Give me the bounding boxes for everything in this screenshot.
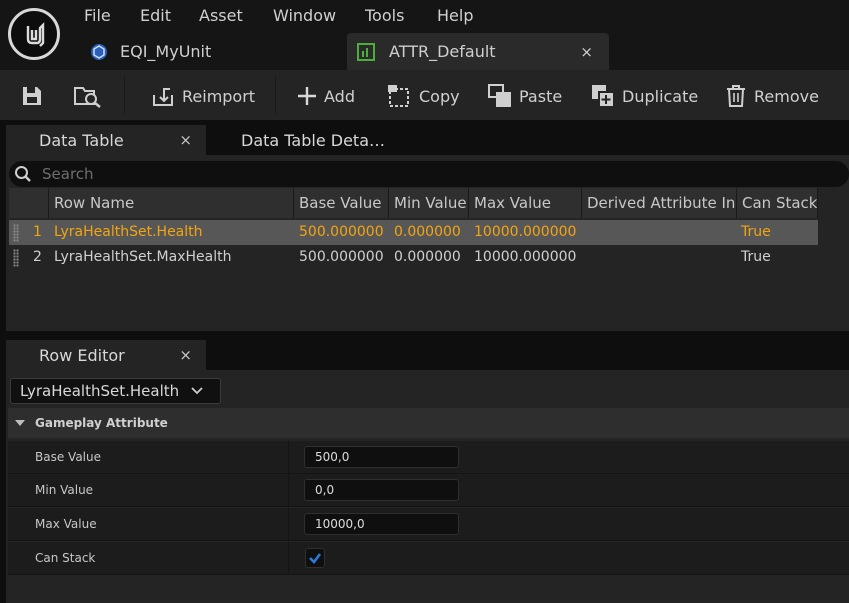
column-divider: [288, 474, 289, 507]
reimport-icon: [153, 88, 173, 106]
base-value-cell: 500.000000: [299, 249, 384, 265]
checkmark-icon: [309, 553, 322, 564]
menu-window[interactable]: Window: [273, 6, 336, 25]
column-divider: [288, 508, 289, 541]
duplicate-button[interactable]: Duplicate: [590, 82, 698, 110]
add-label: Add: [324, 86, 355, 106]
menu-help[interactable]: Help: [437, 6, 473, 25]
data-table-icon: [357, 42, 375, 61]
add-button[interactable]: Add: [296, 82, 355, 110]
menu-file[interactable]: File: [84, 6, 111, 25]
drag-handle-icon[interactable]: [13, 249, 19, 267]
column-header-index[interactable]: [9, 188, 49, 218]
copy-icon: [388, 85, 409, 107]
browse-folder-icon: [74, 87, 101, 108]
tab-data-table-details[interactable]: Data Table Deta…: [241, 125, 385, 155]
row-index: 2: [33, 249, 42, 265]
can-stack-cell: True: [741, 224, 771, 240]
close-panel-icon[interactable]: ×: [179, 131, 192, 149]
property-row-can-stack: Can Stack: [8, 542, 849, 575]
environment-query-icon: [91, 43, 107, 60]
collapse-arrow-icon[interactable]: [14, 418, 26, 428]
property-row-max-value: Max Value 10000,0: [8, 508, 849, 541]
category-label: Gameplay Attribute: [35, 416, 168, 430]
column-header-min-value[interactable]: Min Value: [389, 188, 469, 218]
base-value-cell: 500.000000: [299, 224, 384, 240]
min-value-cell: 0.000000: [394, 224, 461, 240]
tab-label: EQI_MyUnit: [120, 42, 212, 61]
category-gameplay-attribute[interactable]: Gameplay Attribute: [8, 408, 849, 438]
chevron-down-icon: [191, 387, 203, 395]
max-value-field[interactable]: 10000,0: [304, 513, 459, 535]
column-divider: [288, 542, 289, 575]
search-icon: [15, 166, 31, 182]
search-placeholder: Search: [42, 165, 94, 183]
tab-label: Row Editor: [39, 345, 125, 365]
paste-button[interactable]: Paste: [487, 82, 562, 110]
duplicate-icon: [592, 85, 615, 108]
row-name: LyraHealthSet.Health: [54, 224, 203, 240]
property-label: Can Stack: [35, 551, 96, 565]
selected-row-label: LyraHealthSet.Health: [20, 382, 180, 400]
property-row-base-value: Base Value 500,0: [8, 441, 849, 474]
tab-data-table[interactable]: Data Table ×: [6, 125, 206, 155]
menu-asset[interactable]: Asset: [199, 6, 243, 25]
search-input[interactable]: Search: [9, 161, 849, 187]
property-label: Max Value: [35, 517, 97, 531]
base-value-field[interactable]: 500,0: [304, 446, 459, 468]
column-header-can-stack[interactable]: Can Stack: [737, 188, 818, 218]
tab-label: ATTR_Default: [389, 42, 496, 61]
max-value-cell: 10000.000000: [474, 224, 577, 240]
table-row[interactable]: 2 LyraHealthSet.MaxHealth 500.000000 0.0…: [9, 245, 818, 270]
can-stack-cell: True: [741, 249, 771, 265]
paste-icon: [488, 84, 511, 107]
table-row[interactable]: 1 LyraHealthSet.Health 500.000000 0.0000…: [9, 220, 818, 245]
toolbar-divider: [275, 76, 276, 114]
property-label: Min Value: [35, 483, 94, 497]
tab-label: Data Table Deta…: [241, 130, 385, 150]
column-header-base-value[interactable]: Base Value: [294, 188, 389, 218]
duplicate-label: Duplicate: [622, 86, 699, 106]
menu-tools[interactable]: Tools: [365, 6, 404, 25]
close-tab-icon[interactable]: ×: [580, 43, 593, 61]
save-icon: [23, 87, 41, 105]
tab-eqi-myunit[interactable]: EQI_MyUnit: [82, 33, 342, 70]
paste-label: Paste: [519, 86, 563, 106]
tab-row-editor[interactable]: Row Editor ×: [6, 340, 206, 370]
column-header-row-name[interactable]: Row Name: [49, 188, 294, 218]
column-divider: [288, 441, 289, 474]
row-name: LyraHealthSet.MaxHealth: [54, 249, 232, 265]
row-index: 1: [33, 224, 42, 240]
max-value-cell: 10000.000000: [474, 249, 577, 265]
reimport-button[interactable]: Reimport: [152, 82, 255, 110]
menu-edit[interactable]: Edit: [140, 6, 171, 25]
remove-button[interactable]: Remove: [724, 82, 819, 110]
tab-attr-default[interactable]: ATTR_Default ×: [347, 33, 609, 70]
plus-icon: [298, 87, 316, 105]
close-panel-icon[interactable]: ×: [179, 346, 192, 364]
copy-label: Copy: [419, 86, 460, 106]
reimport-label: Reimport: [182, 86, 256, 106]
trash-icon: [727, 85, 745, 107]
unreal-logo-icon[interactable]: [8, 8, 60, 60]
column-header-derived-attribute[interactable]: Derived Attribute In: [582, 188, 737, 218]
remove-label: Remove: [754, 86, 819, 106]
property-label: Base Value: [35, 450, 101, 464]
drag-handle-icon[interactable]: [13, 224, 19, 242]
toolbar-divider: [124, 76, 125, 114]
browse-button[interactable]: [74, 82, 108, 110]
tab-label: Data Table: [39, 130, 124, 150]
column-header-max-value[interactable]: Max Value: [469, 188, 582, 218]
can-stack-checkbox[interactable]: [305, 548, 325, 568]
save-button[interactable]: [21, 82, 49, 110]
row-select-dropdown[interactable]: LyraHealthSet.Health: [10, 378, 221, 404]
copy-button[interactable]: Copy: [387, 82, 460, 110]
min-value-cell: 0.000000: [394, 249, 461, 265]
property-row-min-value: Min Value 0,0: [8, 474, 849, 507]
min-value-field[interactable]: 0,0: [304, 479, 459, 501]
